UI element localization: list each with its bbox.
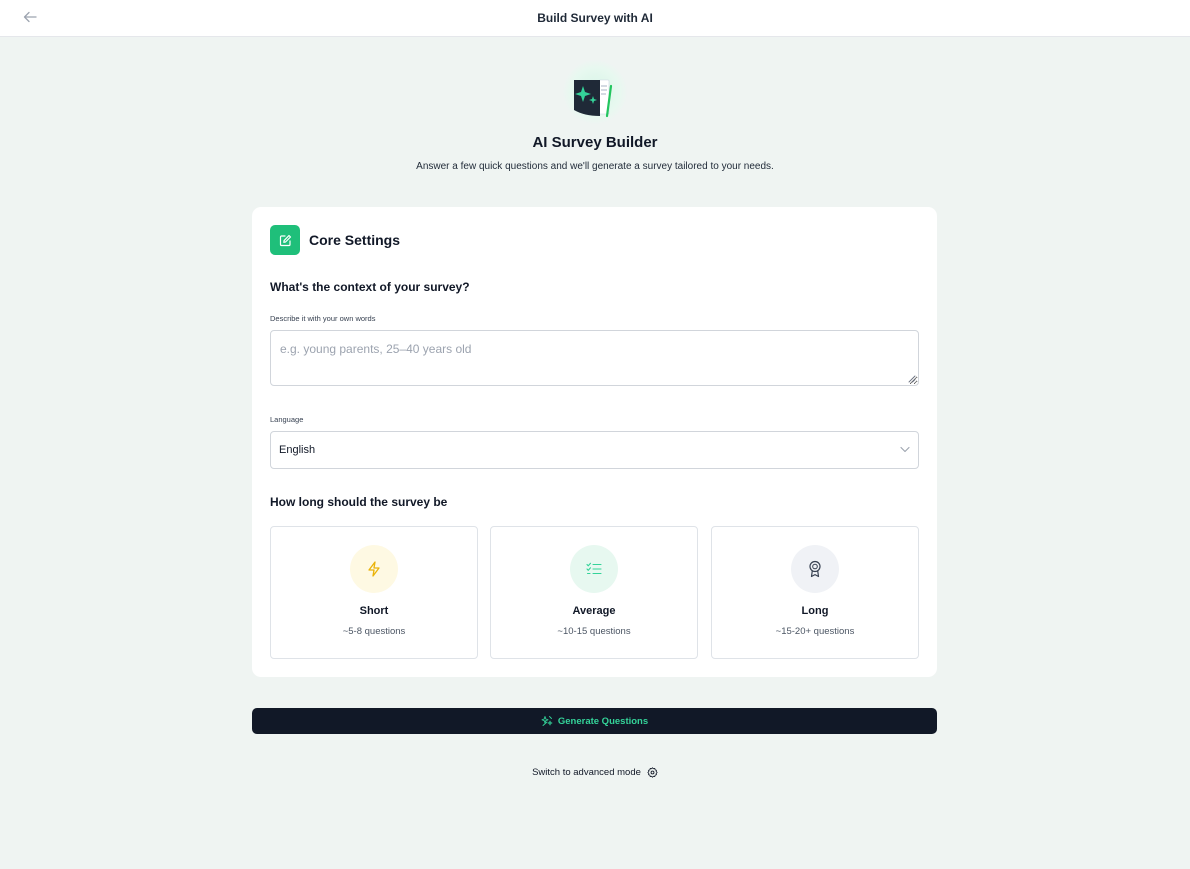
sparkle-document-icon	[574, 79, 613, 118]
generate-questions-button[interactable]: Generate Questions	[252, 708, 937, 734]
language-select[interactable]: English	[270, 431, 919, 469]
context-input[interactable]	[270, 330, 919, 386]
section-title: Core Settings	[309, 232, 401, 248]
award-icon	[791, 545, 839, 593]
advanced-mode-link[interactable]: Switch to advanced mode	[0, 767, 1190, 778]
advanced-mode-label: Switch to advanced mode	[532, 767, 641, 778]
length-option-average[interactable]: Average ~10-15 questions	[490, 526, 698, 659]
hero-title: AI Survey Builder	[532, 134, 658, 151]
gear-icon	[647, 767, 658, 778]
checklist-icon	[570, 545, 618, 593]
edit-icon	[270, 225, 300, 255]
length-option-name: Short	[359, 605, 389, 617]
chevron-down-icon	[900, 446, 910, 453]
length-option-long[interactable]: Long ~15-20+ questions	[711, 526, 919, 659]
length-option-short[interactable]: Short ~5-8 questions	[270, 526, 478, 659]
length-option-name: Average	[572, 605, 616, 617]
survey-builder-illustration	[563, 60, 627, 124]
length-question: How long should the survey be	[270, 495, 448, 509]
language-value: English	[279, 444, 316, 456]
hero-subtitle: Answer a few quick questions and we'll g…	[416, 161, 774, 172]
context-question: What's the context of your survey?	[270, 280, 470, 294]
lightning-icon	[350, 545, 398, 593]
core-settings-card: Core Settings What's the context of your…	[252, 207, 937, 677]
length-option-name: Long	[801, 605, 829, 617]
length-option-desc: ~15-20+ questions	[775, 626, 855, 637]
context-label: Describe it with your own words	[270, 314, 376, 323]
page-title: Build Survey with AI	[537, 11, 653, 25]
language-label: Language	[270, 415, 304, 424]
generate-questions-label: Generate Questions	[557, 715, 649, 727]
length-option-desc: ~5-8 questions	[342, 626, 406, 637]
sparkles-icon	[541, 716, 553, 726]
length-option-desc: ~10-15 questions	[557, 626, 631, 637]
top-bar: Build Survey with AI	[0, 0, 1190, 37]
